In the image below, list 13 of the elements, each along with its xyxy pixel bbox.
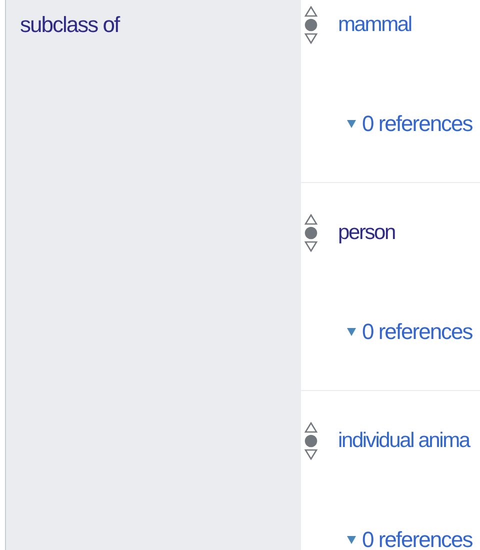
caret-icon: [347, 536, 356, 544]
references-toggle[interactable]: 0 references: [347, 319, 472, 345]
property-link[interactable]: subclass of: [20, 12, 120, 37]
caret-icon: [347, 120, 356, 128]
rank-selector-icon[interactable]: [304, 213, 318, 253]
value-link[interactable]: mammal: [338, 13, 412, 37]
rank-selector-icon[interactable]: [304, 421, 318, 461]
value-link[interactable]: individual anima: [338, 429, 470, 453]
caret-icon: [347, 328, 356, 336]
references-toggle[interactable]: 0 references: [347, 527, 472, 550]
rank-selector-icon[interactable]: [304, 5, 318, 45]
references-toggle[interactable]: 0 references: [347, 111, 472, 137]
value-link[interactable]: person: [338, 221, 396, 245]
